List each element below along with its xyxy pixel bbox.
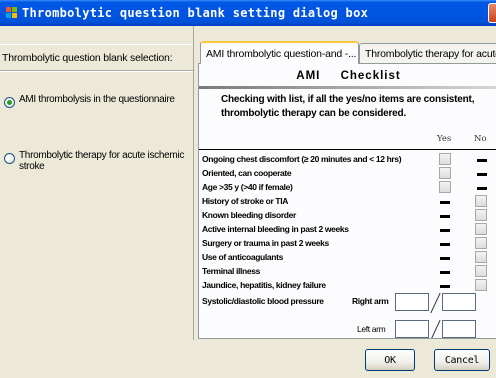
checklist-item: Oriented, can cooperate — [202, 168, 292, 178]
checklist-item: Active internal bleeding in past 2 weeks — [202, 224, 349, 234]
checklist-item: Use of anticoagulants — [202, 252, 283, 262]
no-checkbox[interactable] — [475, 251, 487, 263]
no-dash — [477, 187, 487, 190]
yes-dash — [440, 201, 450, 204]
no-dash — [477, 159, 487, 162]
yes-dash — [440, 243, 450, 246]
right-arm-label: Right arm — [352, 296, 389, 306]
slash-divider — [430, 319, 441, 338]
no-checkbox[interactable] — [475, 195, 487, 207]
close-button[interactable] — [488, 3, 496, 23]
title-bar: Thrombolytic question blank setting dial… — [0, 0, 496, 26]
slash-divider — [430, 292, 441, 314]
checklist-divider — [199, 149, 496, 150]
cancel-button[interactable]: Cancel — [434, 349, 490, 371]
left-arm-label: Left arm — [357, 324, 386, 334]
column-yes: Yes — [437, 134, 452, 144]
yes-checkbox[interactable] — [439, 181, 451, 193]
left-panel: Thrombolytic question blank selection: A… — [0, 26, 193, 378]
no-dash — [477, 173, 487, 176]
option-label: Thrombolytic therapy for acute ischemic … — [19, 150, 185, 172]
checklist-instruction: Checking with list, if all the yes/no it… — [221, 94, 475, 119]
yes-dash — [440, 271, 450, 274]
checklist-item: Terminal illness — [202, 266, 261, 276]
yes-checkbox[interactable] — [439, 167, 451, 179]
checklist-item: Ongoing chest discomfort (≥ 20 minutes a… — [202, 154, 402, 164]
checklist-item: Jaundice, hepatitis, kidney failure — [202, 280, 326, 290]
option-ischemic-stroke[interactable]: Thrombolytic therapy for acute ischemic … — [4, 150, 190, 172]
left-arm-systolic-input[interactable] — [395, 320, 429, 338]
no-checkbox[interactable] — [475, 237, 487, 249]
tab-ami-thrombolytic[interactable]: AMI thrombolytic question-and -... — [200, 41, 359, 64]
checklist-title-word: Checklist — [340, 70, 401, 82]
yes-dash — [440, 285, 450, 288]
left-arm-diastolic-input[interactable] — [442, 320, 476, 338]
selection-header: Thrombolytic question blank selection: — [0, 44, 193, 72]
ok-button[interactable]: OK — [365, 349, 415, 371]
no-checkbox[interactable] — [475, 223, 487, 235]
tab-content: AMI Checklist Checking with list, if all… — [198, 63, 496, 339]
column-no: No — [474, 134, 487, 144]
checklist-item: Age >35 y (>40 if female) — [202, 182, 293, 192]
radio-button[interactable] — [4, 153, 15, 164]
right-arm-diastolic-input[interactable] — [442, 293, 476, 311]
checklist-title-ami: AMI — [296, 70, 321, 82]
tab-acute-stroke[interactable]: Thrombolytic therapy for acute i... — [359, 43, 496, 63]
checklist-item: Surgery or trauma in past 2 weeks — [202, 238, 329, 248]
bp-label: Systolic/diastolic blood pressure — [202, 296, 324, 306]
checklist-item: Known bleeding disorder — [202, 210, 296, 220]
option-label: AMI thrombolysis in the questionnaire — [19, 94, 175, 105]
option-ami-thrombolysis[interactable]: AMI thrombolysis in the questionnaire — [4, 94, 190, 108]
title-underline — [199, 86, 496, 89]
right-arm-systolic-input[interactable] — [395, 293, 429, 311]
checklist-item: History of stroke or TIA — [202, 196, 289, 206]
yes-dash — [440, 229, 450, 232]
yes-checkbox[interactable] — [439, 153, 451, 165]
checklist-title: AMI Checklist — [199, 70, 496, 82]
yes-dash — [440, 215, 450, 218]
no-checkbox[interactable] — [475, 279, 487, 291]
app-icon — [6, 7, 18, 19]
no-checkbox[interactable] — [475, 209, 487, 221]
window-title: Thrombolytic question blank setting dial… — [22, 6, 369, 20]
yes-dash — [440, 257, 450, 260]
right-panel: AMI thrombolytic question-and -... Throm… — [193, 26, 496, 340]
radio-button-checked[interactable] — [4, 97, 15, 108]
no-checkbox[interactable] — [475, 265, 487, 277]
